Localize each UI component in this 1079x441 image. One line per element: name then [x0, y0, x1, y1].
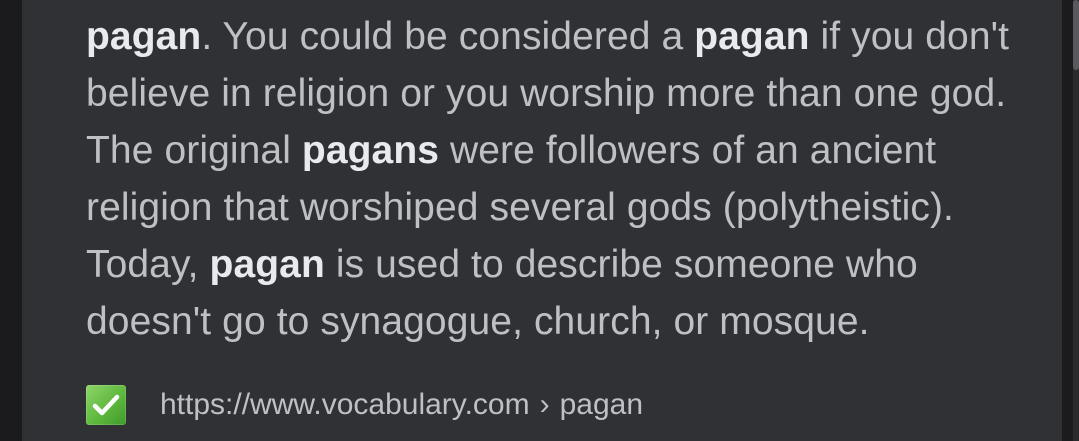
- keyword: pagans: [301, 129, 440, 172]
- green-checkmark-icon: [86, 385, 126, 425]
- snippet-line: religion that worshiped several gods (po…: [86, 186, 954, 229]
- snippet-fragment: were followers of an ancient: [439, 129, 937, 172]
- snippet-fragment: Today,: [86, 243, 210, 286]
- keyword: pagan: [86, 15, 202, 58]
- breadcrumb-separator: ›: [539, 388, 550, 421]
- source-domain: https://www.vocabulary.com: [160, 388, 530, 421]
- source-url[interactable]: https://www.vocabulary.com › pagan: [160, 388, 643, 422]
- featured-snippet-card: pagan. You could be considered a pagan i…: [22, 0, 1062, 441]
- snippet-fragment: The original: [86, 129, 302, 172]
- keyword: pagan: [694, 15, 810, 58]
- source-path: pagan: [559, 388, 644, 421]
- keyword: pagan: [209, 243, 325, 286]
- search-results-page: pagan. You could be considered a pagan i…: [0, 0, 1079, 441]
- snippet-text: pagan. You could be considered a pagan i…: [86, 8, 1046, 350]
- snippet-fragment: is used to describe someone who: [324, 243, 918, 286]
- scrollbar-track[interactable]: [1073, 0, 1079, 441]
- snippet-line: doesn't go to synagogue, church, or mosq…: [86, 300, 870, 343]
- snippet-line: believe in religion or you worship more …: [86, 72, 1007, 115]
- snippet-fragment: . You could be considered a: [201, 15, 695, 58]
- source-link[interactable]: https://www.vocabulary.com › pagan: [86, 383, 643, 427]
- snippet-fragment: if you don't: [809, 15, 1010, 58]
- scrollbar-thumb[interactable]: [1073, 0, 1079, 70]
